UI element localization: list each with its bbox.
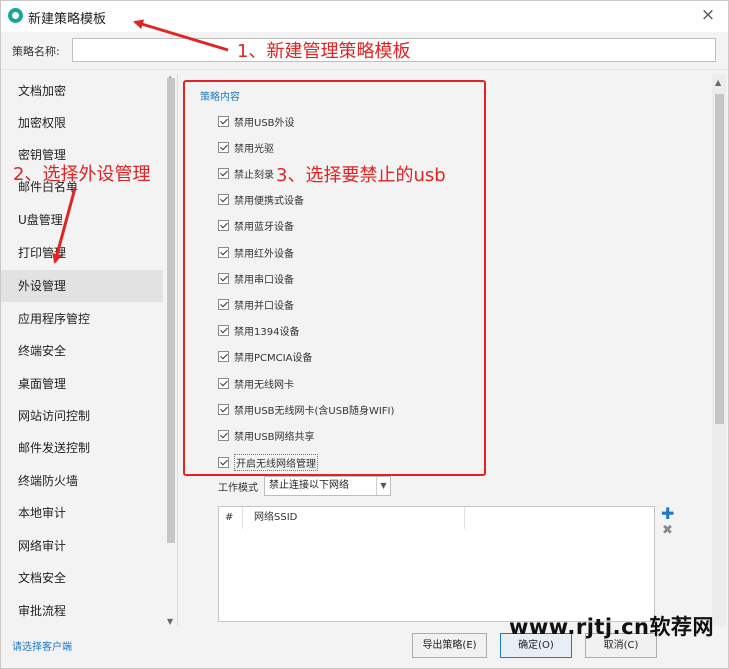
network-ssid-table[interactable]: # 网络SSID [218, 506, 655, 622]
column-header-ssid[interactable]: 网络SSID [243, 507, 465, 529]
sidebar-item-mail-send-control[interactable]: 邮件发送控制 [1, 432, 163, 464]
content-scrollbar[interactable]: ▲ [712, 74, 726, 626]
checkbox-disable-portable[interactable]: 禁用便携式设备 [218, 190, 304, 208]
checkbox-disable-cdrom[interactable]: 禁用光驱 [218, 138, 274, 156]
sidebar-item-mail-whitelist[interactable]: 邮件白名单 [1, 171, 163, 203]
select-client-link[interactable]: 请选择客户端 [12, 638, 72, 653]
sidebar-item-doc-security[interactable]: 文档安全 [1, 562, 163, 594]
sidebar-item-peripheral-management[interactable]: 外设管理 [1, 270, 163, 302]
checkbox-disable-usb[interactable]: 禁用USB外设 [218, 112, 295, 130]
window-title: 新建策略模板 [28, 12, 107, 27]
checkbox-checked-icon[interactable] [218, 219, 229, 231]
policy-name-row: 策略名称: [1, 32, 728, 70]
scroll-up-icon[interactable]: ▲ [715, 78, 721, 87]
checkbox-checked-icon[interactable] [218, 298, 229, 310]
section-title: 策略内容 [200, 92, 240, 103]
title-bar: 新建策略模板 × [1, 1, 728, 32]
sidebar-item-desktop-management[interactable]: 桌面管理 [1, 368, 163, 400]
sidebar-item-app-control[interactable]: 应用程序管控 [1, 303, 163, 335]
policy-content-panel: 策略内容 禁用USB外设 禁用光驱 禁止刻录 禁用便携式设备 禁用蓝牙设备 禁用… [178, 74, 708, 626]
checkbox-disable-usb-wifi[interactable]: 禁用USB无线网卡(含USB随身WIFI) [218, 400, 394, 418]
sidebar-item-usb-management[interactable]: U盘管理 [1, 204, 163, 236]
sidebar-item-local-audit[interactable]: 本地审计 [1, 497, 163, 529]
sidebar-item-network-audit[interactable]: 网络审计 [1, 530, 163, 562]
checkbox-disable-1394[interactable]: 禁用1394设备 [218, 321, 299, 339]
app-logo-icon [8, 8, 23, 23]
policy-name-input[interactable] [72, 38, 716, 62]
checkbox-checked-icon[interactable] [218, 246, 229, 258]
table-header: # 网络SSID [219, 507, 654, 529]
sidebar-item-print-management[interactable]: 打印管理 [1, 237, 163, 269]
content-scroll-thumb[interactable] [715, 94, 724, 424]
sidebar-item-doc-encrypt[interactable]: 文档加密 [1, 75, 163, 107]
checkbox-checked-icon[interactable] [218, 167, 229, 179]
checkbox-checked-icon[interactable] [218, 193, 229, 205]
sidebar-item-terminal-security[interactable]: 终端安全 [1, 335, 163, 367]
checkbox-disable-serial[interactable]: 禁用串口设备 [218, 269, 294, 287]
work-mode-label: 工作模式 [218, 483, 258, 494]
column-header-index[interactable]: # [219, 507, 243, 529]
sidebar-item-encrypt-permission[interactable]: 加密权限 [1, 107, 163, 139]
sidebar-item-website-access[interactable]: 网站访问控制 [1, 400, 163, 432]
checkbox-disable-parallel[interactable]: 禁用并口设备 [218, 295, 294, 313]
checkbox-enable-wlan-management[interactable]: 开启无线网络管理 [218, 453, 318, 471]
sidebar-item-firewall[interactable]: 终端防火墙 [1, 465, 163, 497]
export-policy-button[interactable]: 导出策略(E) [412, 633, 487, 658]
checkbox-checked-icon[interactable] [218, 429, 229, 441]
checkbox-checked-icon[interactable] [218, 377, 229, 389]
work-mode-select[interactable]: 禁止连接以下网络 ▼ [264, 476, 391, 496]
category-sidebar: 文档加密 加密权限 密钥管理 邮件白名单 U盘管理 打印管理 外设管理 应用程序… [1, 74, 178, 626]
checkbox-disable-bluetooth[interactable]: 禁用蓝牙设备 [218, 216, 294, 234]
checkbox-disable-infrared[interactable]: 禁用红外设备 [218, 243, 294, 261]
sidebar-item-key-management[interactable]: 密钥管理 [1, 139, 163, 171]
delete-icon[interactable]: ✖ [662, 523, 673, 538]
scroll-down-icon[interactable]: ▼ [167, 617, 173, 626]
checkbox-disable-wireless-card[interactable]: 禁用无线网卡 [218, 374, 294, 392]
add-icon[interactable]: ✚ [661, 504, 674, 523]
sidebar-scroll-thumb[interactable] [167, 78, 175, 543]
checkbox-checked-icon[interactable] [218, 456, 229, 468]
sidebar-item-approval-flow[interactable]: 审批流程 [1, 595, 163, 627]
checkbox-checked-icon[interactable] [218, 350, 229, 362]
checkbox-disable-usb-tethering[interactable]: 禁用USB网络共享 [218, 426, 315, 444]
checkbox-checked-icon[interactable] [218, 141, 229, 153]
checkbox-checked-icon[interactable] [218, 115, 229, 127]
site-watermark: www.rjtj.cn软荐网 [509, 615, 715, 639]
checkbox-checked-icon[interactable] [218, 272, 229, 284]
chevron-down-icon[interactable]: ▼ [376, 477, 390, 495]
policy-name-label: 策略名称: [12, 45, 60, 58]
policy-template-dialog: 新建策略模板 × 策略名称: 文档加密 加密权限 密钥管理 邮件白名单 U盘管理… [0, 0, 729, 669]
checkbox-checked-icon[interactable] [218, 403, 229, 415]
checkbox-disable-pcmcia[interactable]: 禁用PCMCIA设备 [218, 347, 312, 365]
work-mode-value: 禁止连接以下网络 [269, 480, 349, 491]
checkbox-disable-burning[interactable]: 禁止刻录 [218, 164, 274, 182]
close-button[interactable]: × [698, 5, 718, 25]
checkbox-checked-icon[interactable] [218, 324, 229, 336]
sidebar-scrollbar[interactable]: ▲ ▼ [165, 74, 177, 626]
